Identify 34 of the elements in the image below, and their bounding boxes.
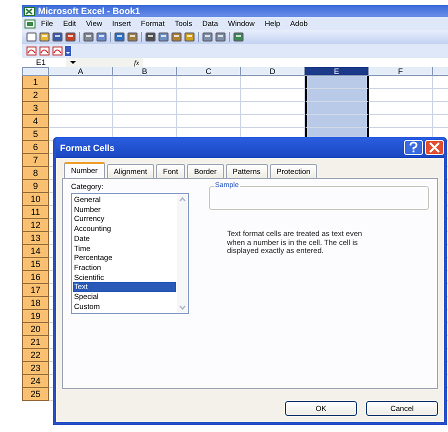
row-header[interactable]: 19 (22, 310, 49, 323)
row-header[interactable]: 18 (22, 297, 49, 310)
row-header[interactable]: 10 (22, 193, 49, 206)
row-header[interactable]: 1 (22, 76, 49, 89)
column-header[interactable]: F (369, 67, 433, 76)
row-header[interactable]: 15 (22, 258, 49, 271)
window-title: Microsoft Excel - Book1 (38, 6, 140, 16)
row-header[interactable]: 13 (22, 232, 49, 245)
row-header[interactable]: 14 (22, 245, 49, 258)
row-header[interactable]: 4 (22, 115, 49, 128)
row-header[interactable]: 21 (22, 336, 49, 349)
row-header[interactable]: 12 (22, 219, 49, 232)
row-header[interactable]: 8 (22, 167, 49, 180)
name-box[interactable]: E1 (22, 58, 66, 67)
column-header[interactable]: E (305, 67, 369, 76)
row-header[interactable]: 3 (22, 102, 49, 115)
dialog-title: Format Cells (60, 142, 115, 152)
column-header[interactable]: B (113, 67, 177, 76)
row-header[interactable]: 23 (22, 362, 49, 375)
row-header[interactable]: 16 (22, 271, 49, 284)
row-header[interactable]: 11 (22, 206, 49, 219)
row-header[interactable]: 17 (22, 284, 49, 297)
column-header[interactable]: C (177, 67, 241, 76)
row-header[interactable]: 2 (22, 89, 49, 102)
row-header[interactable]: 9 (22, 180, 49, 193)
row-header[interactable]: 25 (22, 388, 49, 401)
row-header[interactable]: 6 (22, 141, 49, 154)
row-header[interactable]: 20 (22, 323, 49, 336)
row-header[interactable]: 24 (22, 375, 49, 388)
column-header[interactable]: A (49, 67, 113, 76)
row-header[interactable]: 7 (22, 154, 49, 167)
column-header[interactable]: D (241, 67, 305, 76)
row-header[interactable]: 22 (22, 349, 49, 362)
row-header[interactable]: 5 (22, 128, 49, 141)
